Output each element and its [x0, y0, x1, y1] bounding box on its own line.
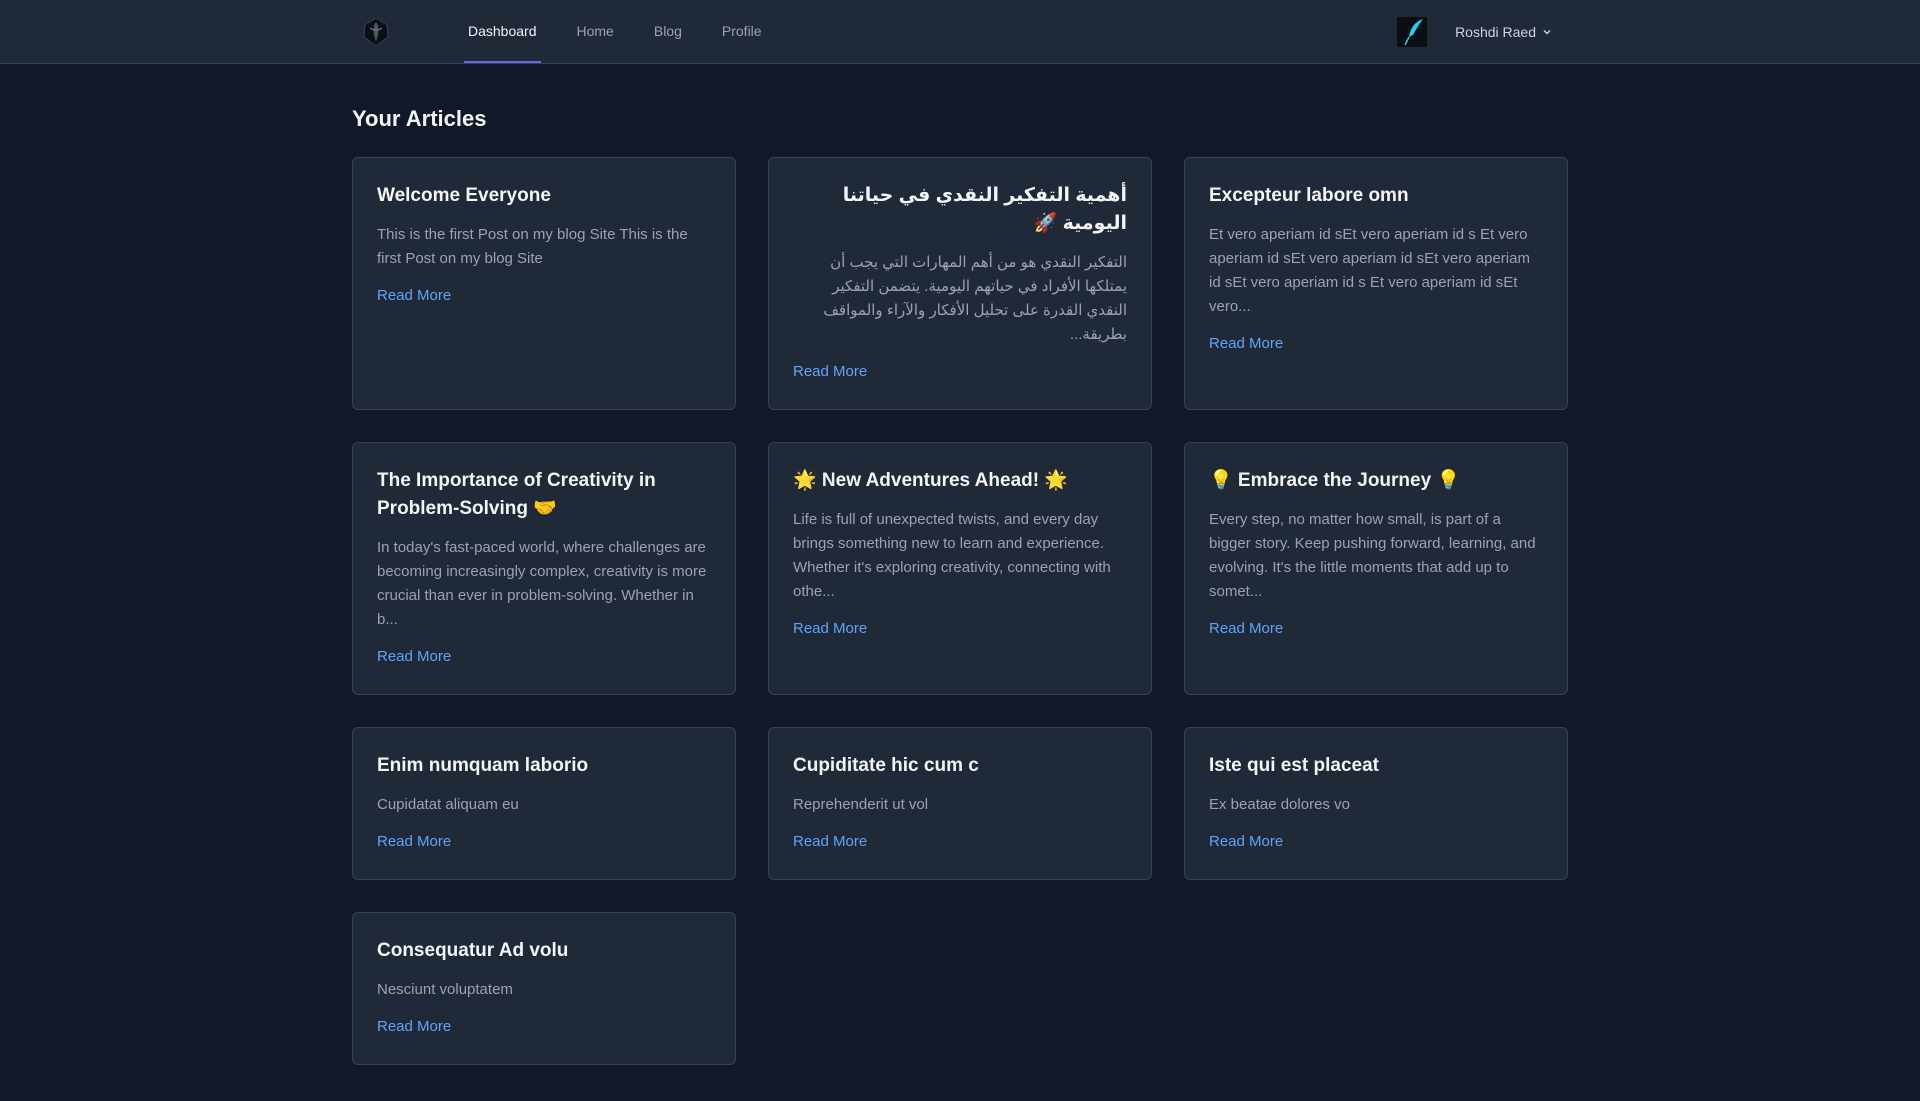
nav-blog[interactable]: Blog	[650, 0, 686, 63]
main-content: Your Articles Welcome Everyone This is t…	[352, 64, 1568, 1065]
article-card: أهمية التفكير النقدي في حياتنا اليومية 🚀…	[768, 157, 1152, 410]
page-title: Your Articles	[352, 106, 487, 131]
nav-dashboard[interactable]: Dashboard	[464, 0, 541, 63]
user-name: Roshdi Raed	[1455, 23, 1536, 40]
article-excerpt: Et vero aperiam id sEt vero aperiam id s…	[1209, 226, 1530, 315]
article-card: The Importance of Creativity in Problem-…	[352, 442, 736, 695]
article-excerpt: Every step, no matter how small, is part…	[1209, 511, 1536, 600]
article-title[interactable]: Enim numquam laborio	[377, 752, 711, 780]
article-card: 🌟 New Adventures Ahead! 🌟 Life is full o…	[768, 442, 1152, 695]
main-nav: Dashboard Home Blog Profile	[464, 0, 798, 63]
article-excerpt: التفكير النقدي هو من أهم المهارات التي ي…	[823, 254, 1127, 343]
article-excerpt: In today's fast-paced world, where chall…	[377, 539, 707, 628]
article-title[interactable]: أهمية التفكير النقدي في حياتنا اليومية 🚀	[793, 182, 1127, 238]
read-more-link[interactable]: Read More	[377, 287, 451, 304]
read-more-link[interactable]: Read More	[1209, 335, 1283, 352]
article-excerpt: Life is full of unexpected twists, and e…	[793, 511, 1111, 600]
article-excerpt: Nesciunt voluptatem	[377, 981, 513, 998]
article-excerpt: This is the first Post on my blog Site T…	[377, 226, 688, 267]
article-title[interactable]: The Importance of Creativity in Problem-…	[377, 467, 711, 523]
article-card: Welcome Everyone This is the first Post …	[352, 157, 736, 410]
article-title[interactable]: Welcome Everyone	[377, 182, 711, 210]
article-card: 💡 Embrace the Journey 💡 Every step, no m…	[1184, 442, 1568, 695]
article-card: Excepteur labore omn Et vero aperiam id …	[1184, 157, 1568, 410]
read-more-link[interactable]: Read More	[377, 833, 451, 850]
article-card: Cupiditate hic cum c Reprehenderit ut vo…	[768, 727, 1152, 880]
read-more-link[interactable]: Read More	[377, 648, 451, 665]
logo-icon[interactable]	[360, 16, 392, 48]
read-more-link[interactable]: Read More	[377, 1018, 451, 1035]
article-card: Iste qui est placeat Ex beatae dolores v…	[1184, 727, 1568, 880]
nav-profile[interactable]: Profile	[718, 0, 766, 63]
articles-grid: Welcome Everyone This is the first Post …	[352, 157, 1568, 1065]
top-navbar: Dashboard Home Blog Profile Roshdi Raed	[0, 0, 1920, 64]
article-title[interactable]: 💡 Embrace the Journey 💡	[1209, 467, 1543, 495]
article-excerpt: Reprehenderit ut vol	[793, 796, 929, 813]
read-more-link[interactable]: Read More	[793, 620, 867, 637]
read-more-link[interactable]: Read More	[1209, 833, 1283, 850]
article-excerpt: Ex beatae dolores vo	[1209, 796, 1350, 813]
article-title[interactable]: Iste qui est placeat	[1209, 752, 1543, 780]
article-title[interactable]: Excepteur labore omn	[1209, 182, 1543, 210]
nav-home[interactable]: Home	[573, 0, 618, 63]
article-title[interactable]: 🌟 New Adventures Ahead! 🌟	[793, 467, 1127, 495]
read-more-link[interactable]: Read More	[1209, 620, 1283, 637]
chevron-down-icon	[1542, 24, 1552, 40]
article-title[interactable]: Cupiditate hic cum c	[793, 752, 1127, 780]
article-title[interactable]: Consequatur Ad volu	[377, 937, 711, 965]
user-menu[interactable]: Roshdi Raed	[1455, 24, 1552, 40]
article-card: Consequatur Ad volu Nesciunt voluptatem …	[352, 912, 736, 1065]
article-excerpt: Cupidatat aliquam eu	[377, 796, 519, 813]
article-card: Enim numquam laborio Cupidatat aliquam e…	[352, 727, 736, 880]
read-more-link[interactable]: Read More	[793, 363, 867, 380]
user-avatar[interactable]	[1397, 16, 1428, 47]
read-more-link[interactable]: Read More	[793, 833, 867, 850]
